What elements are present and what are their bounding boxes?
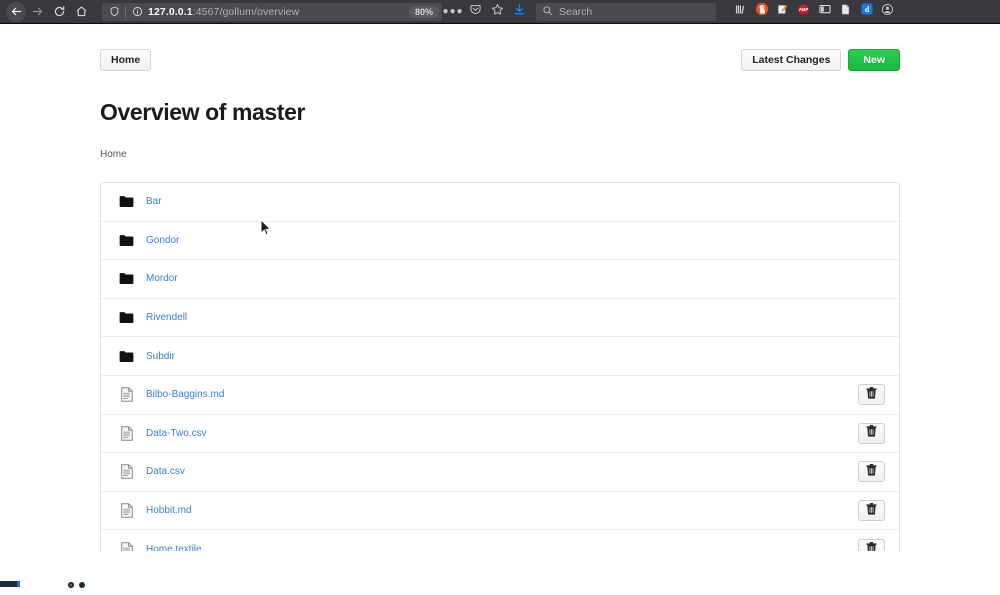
account-avatar-icon xyxy=(881,3,894,21)
document-icon xyxy=(119,387,134,403)
library-icon xyxy=(734,3,747,21)
page-viewport: Home Latest Changes New Overview of mast… xyxy=(0,24,1000,551)
trash-icon xyxy=(866,424,877,442)
svg-text:ABP: ABP xyxy=(799,7,809,12)
table-row[interactable]: Mordor xyxy=(101,260,899,299)
page-actions-button[interactable]: ●●● xyxy=(442,1,464,23)
account-button[interactable] xyxy=(877,1,898,23)
svg-text:d: d xyxy=(864,5,869,14)
folder-icon xyxy=(119,194,134,210)
pocket-save-icon xyxy=(469,3,482,21)
reload-icon xyxy=(53,5,66,18)
zoom-level-badge[interactable]: 80% xyxy=(408,5,439,18)
dashlane-extension-button[interactable]: d xyxy=(856,1,877,23)
table-row[interactable]: Gondor xyxy=(101,222,899,261)
document-icon xyxy=(119,464,134,480)
trash-icon xyxy=(866,541,877,551)
delete-file-button[interactable] xyxy=(858,461,885,483)
file-link[interactable]: Home.textile xyxy=(146,544,202,551)
taskbar-dot-icon-1[interactable] xyxy=(68,582,74,588)
folder-icon xyxy=(119,271,134,287)
note-extension-button[interactable] xyxy=(772,1,793,23)
table-row[interactable]: Bar xyxy=(101,183,899,222)
page-title: Overview of master xyxy=(100,99,306,125)
home-button[interactable]: Home xyxy=(100,49,152,71)
browser-home-button[interactable] xyxy=(70,2,92,22)
file-list-table: Bar Gondor Mordor Rivendell Subdir Bilbo-Bagg… xyxy=(100,182,900,551)
table-row[interactable]: Data.csv xyxy=(101,453,899,492)
document-icon xyxy=(119,542,134,551)
download-arrow-icon xyxy=(513,3,526,21)
duckduckgo-icon xyxy=(755,2,769,21)
page-content: Home Latest Changes New Overview of mast… xyxy=(100,24,900,551)
note-pen-icon xyxy=(776,3,789,21)
table-row[interactable]: Home.textile xyxy=(101,530,899,551)
table-row[interactable]: Bilbo-Baggins.md xyxy=(101,376,899,415)
reader-mode-button[interactable] xyxy=(835,1,856,23)
folder-link[interactable]: Rivendell xyxy=(146,312,187,323)
search-placeholder-text: Search xyxy=(559,5,593,18)
bookmark-button[interactable] xyxy=(486,1,508,23)
dashlane-icon: d xyxy=(860,2,874,21)
document-icon xyxy=(119,503,134,519)
delete-file-button[interactable] xyxy=(858,500,885,522)
folder-icon xyxy=(119,232,134,248)
page-toolbar: Home Latest Changes New xyxy=(100,49,900,75)
address-bar-divider xyxy=(125,5,126,18)
taskbar-app-icon[interactable] xyxy=(0,581,20,587)
shield-icon[interactable] xyxy=(106,4,122,20)
breadcrumb: Home xyxy=(100,149,127,160)
folder-link[interactable]: Mordor xyxy=(146,273,178,284)
taskbar-dot-icon-2[interactable] xyxy=(79,582,85,588)
library-button[interactable] xyxy=(730,1,751,23)
document-icon xyxy=(119,425,134,441)
reload-button[interactable] xyxy=(48,2,70,22)
folder-link[interactable]: Bar xyxy=(146,196,162,207)
forward-button[interactable] xyxy=(26,2,48,22)
file-link[interactable]: Bilbo-Baggins.md xyxy=(146,389,224,400)
browser-toolbar: 127.0.0.1:4567/gollum/overview 80% ●●● S… xyxy=(0,0,1000,24)
delete-file-button[interactable] xyxy=(858,539,885,551)
back-button[interactable] xyxy=(6,1,26,22)
trash-icon xyxy=(866,386,877,404)
file-link[interactable]: Data-Two.csv xyxy=(146,428,207,439)
url-text: 127.0.0.1:4567/gollum/overview xyxy=(148,5,300,18)
table-row[interactable]: Rivendell xyxy=(101,299,899,338)
file-link[interactable]: Hobbit.md xyxy=(146,505,192,516)
latest-changes-button[interactable]: Latest Changes xyxy=(741,49,842,71)
home-icon xyxy=(75,5,88,18)
duckduckgo-extension-button[interactable] xyxy=(751,1,772,23)
sidebar-toggle-icon xyxy=(818,2,832,21)
sidebar-toggle-button[interactable] xyxy=(814,1,835,23)
table-row[interactable]: Subdir xyxy=(101,337,899,376)
folder-icon xyxy=(119,348,134,364)
pocket-save-button[interactable] xyxy=(464,1,486,23)
reader-document-icon xyxy=(839,3,852,21)
table-row[interactable]: Data-Two.csv xyxy=(101,415,899,454)
delete-file-button[interactable] xyxy=(858,422,885,444)
star-bookmark-icon xyxy=(491,3,504,21)
trash-icon xyxy=(866,463,877,481)
table-row[interactable]: Hobbit.md xyxy=(101,492,899,531)
address-bar[interactable]: 127.0.0.1:4567/gollum/overview 80% xyxy=(102,2,442,21)
adblock-plus-button[interactable]: ABP xyxy=(793,1,814,23)
search-icon xyxy=(542,3,553,21)
downloads-button[interactable] xyxy=(508,1,530,23)
folder-link[interactable]: Gondor xyxy=(146,235,179,246)
folder-link[interactable]: Subdir xyxy=(146,351,175,362)
folder-icon xyxy=(119,310,134,326)
extensions-area: ABP d xyxy=(730,1,898,23)
back-arrow-icon xyxy=(10,5,23,18)
new-page-button[interactable]: New xyxy=(848,49,900,71)
file-link[interactable]: Data.csv xyxy=(146,466,185,477)
page-toolbar-actions: Latest Changes New xyxy=(741,49,900,71)
delete-file-button[interactable] xyxy=(858,384,885,406)
browser-search-field[interactable]: Search xyxy=(536,2,716,21)
adblock-plus-icon: ABP xyxy=(797,3,810,21)
info-circle-icon[interactable] xyxy=(129,4,145,20)
os-taskbar-sliver xyxy=(0,551,1000,595)
trash-icon xyxy=(866,502,877,520)
forward-arrow-icon xyxy=(31,5,44,18)
ellipsis-icon: ●●● xyxy=(442,5,464,17)
